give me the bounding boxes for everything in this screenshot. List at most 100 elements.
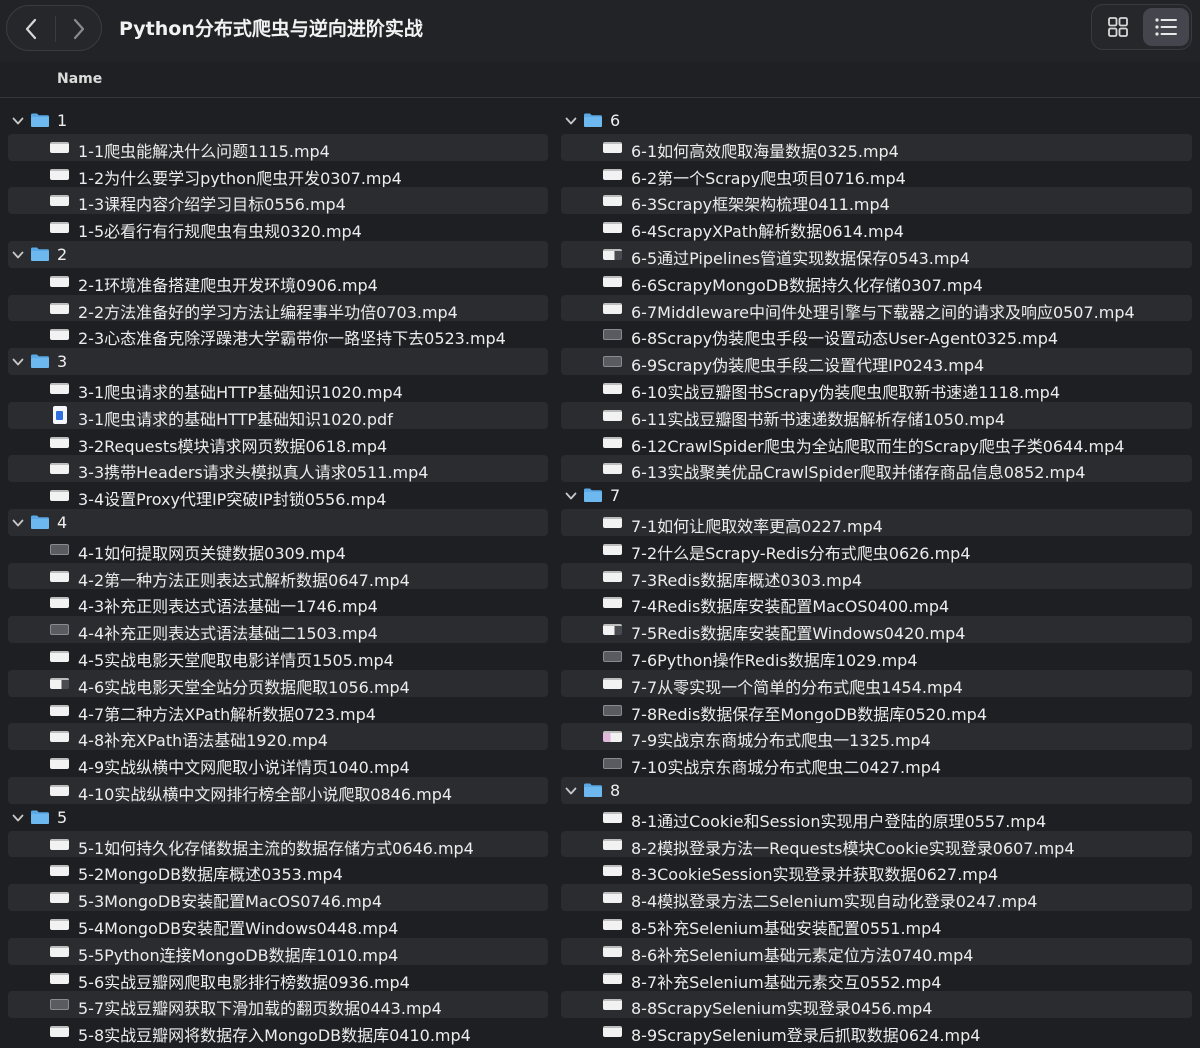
file-row[interactable]: 4-7第二种方法XPath解析数据0723.mp4 <box>8 697 548 724</box>
file-row[interactable]: 1-5必看行有行规爬虫有虫规0320.mp4 <box>8 214 548 241</box>
file-row[interactable]: 4-5实战电影天堂爬取电影详情页1505.mp4 <box>8 643 548 670</box>
video-file-icon <box>603 168 622 180</box>
disclosure-chevron-icon[interactable] <box>11 516 25 530</box>
file-row[interactable]: 7-4Redis数据库安装配置MacOS0400.mp4 <box>561 589 1192 616</box>
file-row[interactable]: 5-1如何持久化存储数据主流的数据存储方式0646.mp4 <box>8 830 548 858</box>
file-row[interactable]: 6-7Middleware中间件处理引擎与下载器之间的请求及响应0507.mp4 <box>561 294 1192 322</box>
file-row[interactable]: 7-2什么是Scrapy-Redis分布式爬虫0626.mp4 <box>561 536 1192 563</box>
grid-view-button[interactable] <box>1095 8 1141 46</box>
disclosure-chevron-icon[interactable] <box>11 114 25 128</box>
file-name: 7-4Redis数据库安装配置MacOS0400.mp4 <box>631 597 950 617</box>
folder-row-3[interactable]: 3 <box>8 348 548 375</box>
file-name: 6-12CrawlSpider爬虫为全站爬取而生的Scrapy爬虫子类0644.… <box>631 436 1125 456</box>
folder-row-7[interactable]: 7 <box>561 482 1192 509</box>
file-row[interactable]: 8-2模拟登录方法一Requests模块Cookie实现登录0607.mp4 <box>561 830 1192 858</box>
folder-row-8[interactable]: 8 <box>561 776 1192 804</box>
folder-row-4[interactable]: 4 <box>8 508 548 536</box>
file-row[interactable]: 3-4设置Proxy代理IP突破IP封锁0556.mp4 <box>8 482 548 509</box>
file-row[interactable]: 6-1如何高效爬取海量数据0325.mp4 <box>561 133 1192 161</box>
file-row[interactable]: 5-4MongoDB安装配置Windows0448.mp4 <box>8 911 548 938</box>
disclosure-chevron-icon[interactable] <box>11 811 25 825</box>
file-row[interactable]: 2-1环境准备搭建爬虫开发环境0906.mp4 <box>8 268 548 295</box>
back-button[interactable] <box>7 6 55 52</box>
file-row[interactable]: 6-10实战豆瓣图书Scrapy伪装爬虫爬取新书速递1118.mp4 <box>561 375 1192 402</box>
file-name: 6-6ScrapyMongoDB数据持久化存储0307.mp4 <box>631 275 983 295</box>
file-name: 3-4设置Proxy代理IP突破IP封锁0556.mp4 <box>78 490 387 510</box>
disclosure-chevron-icon[interactable] <box>564 784 578 798</box>
folder-row-5[interactable]: 5 <box>8 804 548 831</box>
file-row[interactable]: 3-2Requests模块请求网页数据0618.mp4 <box>8 429 548 456</box>
file-row[interactable]: 8-7补充Selenium基础元素交互0552.mp4 <box>561 965 1192 992</box>
file-name: 6-13实战聚美优品CrawlSpider爬取并储存商品信息0852.mp4 <box>631 463 1086 483</box>
folder-row-1[interactable]: 1 <box>8 107 548 134</box>
disclosure-chevron-icon[interactable] <box>11 355 25 369</box>
folder-name: 6 <box>610 111 621 130</box>
file-row[interactable]: 5-7实战豆瓣网获取下滑加载的翻页数据0443.mp4 <box>8 991 548 1018</box>
file-row[interactable]: 5-8实战豆瓣网将数据存入MongoDB数据库0410.mp4 <box>8 1018 548 1045</box>
disclosure-chevron-icon[interactable] <box>564 489 578 503</box>
file-row[interactable]: 6-13实战聚美优品CrawlSpider爬取并储存商品信息0852.mp4 <box>561 455 1192 482</box>
file-row[interactable]: 7-6Python操作Redis数据库1029.mp4 <box>561 643 1192 670</box>
disclosure-chevron-icon[interactable] <box>564 114 578 128</box>
file-row[interactable]: 8-9ScrapySelenium登录后抓取数据0624.mp4 <box>561 1018 1192 1045</box>
file-row[interactable]: 7-3Redis数据库概述0303.mp4 <box>561 562 1192 590</box>
folder-row-6[interactable]: 6 <box>561 107 1192 134</box>
file-row[interactable]: 8-4模拟登录方法二Selenium实现自动化登录0247.mp4 <box>561 884 1192 911</box>
disclosure-chevron-icon[interactable] <box>11 248 25 262</box>
file-row[interactable]: 7-7从零实现一个简单的分布式爬虫1454.mp4 <box>561 669 1192 697</box>
file-row[interactable]: 6-8Scrapy伪装爬虫手段一设置动态User-Agent0325.mp4 <box>561 321 1192 348</box>
file-row[interactable]: 6-12CrawlSpider爬虫为全站爬取而生的Scrapy爬虫子类0644.… <box>561 429 1192 456</box>
file-row[interactable]: 6-2第一个Scrapy爬虫项目0716.mp4 <box>561 161 1192 188</box>
video-file-icon <box>603 570 622 582</box>
video-file-icon <box>603 918 622 930</box>
file-row[interactable]: 8-1通过Cookie和Session实现用户登陆的原理0557.mp4 <box>561 804 1192 831</box>
name-column-header[interactable]: Name <box>57 71 102 87</box>
video-file-icon <box>603 758 622 770</box>
file-row[interactable]: 5-3MongoDB安装配置MacOS0746.mp4 <box>8 884 548 911</box>
file-row[interactable]: 3-1爬虫请求的基础HTTP基础知识1020.pdf <box>8 401 548 429</box>
file-row[interactable]: 4-1如何提取网页关键数据0309.mp4 <box>8 536 548 563</box>
file-row[interactable]: 8-5补充Selenium基础安装配置0551.mp4 <box>561 911 1192 938</box>
file-name: 7-1如何让爬取效率更高0227.mp4 <box>631 516 883 536</box>
file-row[interactable]: 4-2第一种方法正则表达式解析数据0647.mp4 <box>8 562 548 590</box>
file-row[interactable]: 3-3携带Headers请求头模拟真人请求0511.mp4 <box>8 455 548 482</box>
file-row[interactable]: 4-3补充正则表达式语法基础一1746.mp4 <box>8 589 548 616</box>
file-row[interactable]: 6-11实战豆瓣图书新书速递数据解析存储1050.mp4 <box>561 401 1192 429</box>
list-view-icon <box>1155 18 1177 36</box>
file-row[interactable]: 7-10实战京东商城分布式爬虫二0427.mp4 <box>561 750 1192 777</box>
list-view-button[interactable] <box>1143 8 1189 46</box>
file-row[interactable]: 6-5通过Pipelines管道实现数据保存0543.mp4 <box>561 240 1192 268</box>
file-row[interactable]: 8-6补充Selenium基础元素定位方法0740.mp4 <box>561 937 1192 965</box>
file-row[interactable]: 4-4补充正则表达式语法基础二1503.mp4 <box>8 616 548 643</box>
folder-row-2[interactable]: 2 <box>8 240 548 268</box>
file-row[interactable]: 6-6ScrapyMongoDB数据持久化存储0307.mp4 <box>561 268 1192 295</box>
file-row[interactable]: 5-5Python连接MongoDB数据库1010.mp4 <box>8 937 548 965</box>
file-row[interactable]: 7-9实战京东商城分布式爬虫一1325.mp4 <box>561 723 1192 750</box>
folder-name: 2 <box>57 244 68 264</box>
file-name: 6-11实战豆瓣图书新书速递数据解析存储1050.mp4 <box>631 409 1006 429</box>
file-row[interactable]: 8-3CookieSession实现登录并获取数据0627.mp4 <box>561 857 1192 884</box>
file-row[interactable]: 5-6实战豆瓣网爬取电影排行榜数据0936.mp4 <box>8 965 548 992</box>
file-name: 4-8补充XPath语法基础1920.mp4 <box>78 731 328 751</box>
file-row[interactable]: 5-2MongoDB数据库概述0353.mp4 <box>8 857 548 884</box>
forward-button[interactable] <box>55 6 103 52</box>
file-row[interactable]: 4-8补充XPath语法基础1920.mp4 <box>8 723 548 750</box>
file-row[interactable]: 6-9Scrapy伪装爬虫手段二设置代理IP0243.mp4 <box>561 348 1192 375</box>
file-row[interactable]: 6-3Scrapy框架架构梳理0411.mp4 <box>561 187 1192 214</box>
file-row[interactable]: 8-8ScrapySelenium实现登录0456.mp4 <box>561 991 1192 1018</box>
file-row[interactable]: 1-2为什么要学习python爬虫开发0307.mp4 <box>8 161 548 188</box>
file-row[interactable]: 1-3课程内容介绍学习目标0556.mp4 <box>8 187 548 214</box>
file-row[interactable]: 3-1爬虫请求的基础HTTP基础知识1020.mp4 <box>8 375 548 402</box>
file-row[interactable]: 7-1如何让爬取效率更高0227.mp4 <box>561 508 1192 536</box>
file-row[interactable]: 2-2方法准备好的学习方法让编程事半功倍0703.mp4 <box>8 294 548 322</box>
file-row[interactable]: 7-8Redis数据保存至MongoDB数据库0520.mp4 <box>561 697 1192 724</box>
file-row[interactable]: 6-4ScrapyXPath解析数据0614.mp4 <box>561 214 1192 241</box>
file-row[interactable]: 1-1爬虫能解决什么问题1115.mp4 <box>8 133 548 161</box>
file-row[interactable]: 2-3心态准备克除浮躁港大学霸带你一路坚持下去0523.mp4 <box>8 321 548 348</box>
video-file-icon <box>603 329 622 341</box>
file-row[interactable]: 4-6实战电影天堂全站分页数据爬取1056.mp4 <box>8 669 548 697</box>
file-row[interactable]: 7-5Redis数据库安装配置Windows0420.mp4 <box>561 616 1192 643</box>
file-row[interactable]: 4-9实战纵横中文网爬取小说详情页1040.mp4 <box>8 750 548 777</box>
file-row[interactable]: 4-10实战纵横中文网排行榜全部小说爬取0846.mp4 <box>8 776 548 804</box>
file-name: 7-2什么是Scrapy-Redis分布式爬虫0626.mp4 <box>631 543 971 563</box>
